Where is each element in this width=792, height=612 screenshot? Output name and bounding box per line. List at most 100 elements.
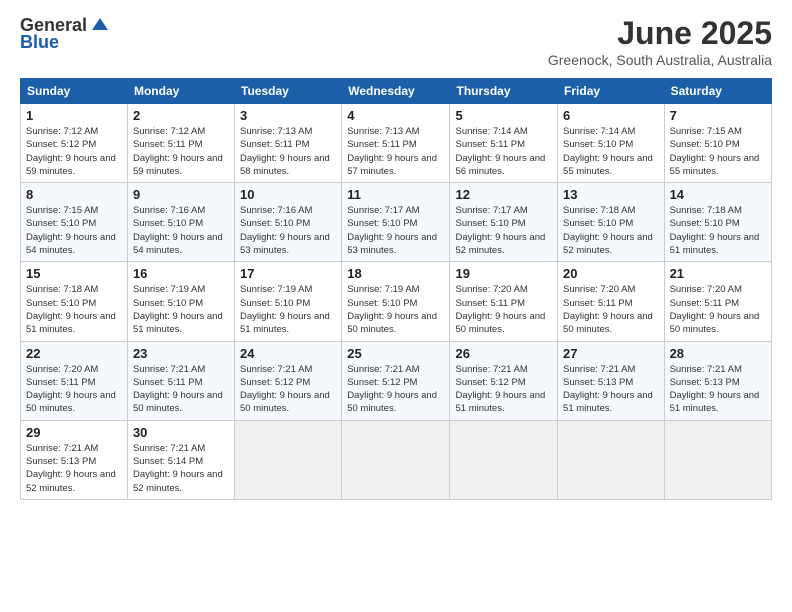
sunrise-label: Sunrise: 7:14 AM bbox=[455, 126, 527, 137]
day-number: 19 bbox=[455, 266, 552, 281]
sunrise-label: Sunrise: 7:17 AM bbox=[455, 205, 527, 216]
daylight-label: Daylight: 9 hours and 52 minutes. bbox=[26, 469, 116, 493]
col-thursday: Thursday bbox=[450, 79, 558, 104]
calendar-week-row: 1 Sunrise: 7:12 AM Sunset: 5:12 PM Dayli… bbox=[21, 104, 772, 183]
sunset-label: Sunset: 5:10 PM bbox=[563, 218, 633, 229]
day-info: Sunrise: 7:18 AM Sunset: 5:10 PM Dayligh… bbox=[26, 283, 122, 336]
col-friday: Friday bbox=[558, 79, 665, 104]
calendar-cell: 26 Sunrise: 7:21 AM Sunset: 5:12 PM Dayl… bbox=[450, 341, 558, 420]
calendar-table: Sunday Monday Tuesday Wednesday Thursday… bbox=[20, 78, 772, 500]
sunrise-label: Sunrise: 7:19 AM bbox=[133, 284, 205, 295]
sunset-label: Sunset: 5:11 PM bbox=[670, 298, 740, 309]
sunset-label: Sunset: 5:11 PM bbox=[133, 139, 203, 150]
day-info: Sunrise: 7:21 AM Sunset: 5:13 PM Dayligh… bbox=[26, 442, 122, 495]
col-wednesday: Wednesday bbox=[342, 79, 450, 104]
day-info: Sunrise: 7:19 AM Sunset: 5:10 PM Dayligh… bbox=[347, 283, 444, 336]
sunrise-label: Sunrise: 7:12 AM bbox=[26, 126, 98, 137]
day-info: Sunrise: 7:19 AM Sunset: 5:10 PM Dayligh… bbox=[133, 283, 229, 336]
day-number: 29 bbox=[26, 425, 122, 440]
sunset-label: Sunset: 5:11 PM bbox=[455, 298, 525, 309]
calendar-cell: 11 Sunrise: 7:17 AM Sunset: 5:10 PM Dayl… bbox=[342, 183, 450, 262]
day-info: Sunrise: 7:17 AM Sunset: 5:10 PM Dayligh… bbox=[347, 204, 444, 257]
page: General Blue June 2025 Greenock, South A… bbox=[0, 0, 792, 612]
sunrise-label: Sunrise: 7:21 AM bbox=[133, 364, 205, 375]
day-number: 25 bbox=[347, 346, 444, 361]
day-info: Sunrise: 7:18 AM Sunset: 5:10 PM Dayligh… bbox=[563, 204, 659, 257]
sunrise-label: Sunrise: 7:16 AM bbox=[133, 205, 205, 216]
day-info: Sunrise: 7:21 AM Sunset: 5:12 PM Dayligh… bbox=[347, 363, 444, 416]
sunset-label: Sunset: 5:10 PM bbox=[347, 298, 417, 309]
day-info: Sunrise: 7:21 AM Sunset: 5:12 PM Dayligh… bbox=[240, 363, 336, 416]
calendar-cell: 9 Sunrise: 7:16 AM Sunset: 5:10 PM Dayli… bbox=[127, 183, 234, 262]
day-info: Sunrise: 7:21 AM Sunset: 5:11 PM Dayligh… bbox=[133, 363, 229, 416]
sunrise-label: Sunrise: 7:13 AM bbox=[240, 126, 312, 137]
calendar-cell: 22 Sunrise: 7:20 AM Sunset: 5:11 PM Dayl… bbox=[21, 341, 128, 420]
sunrise-label: Sunrise: 7:21 AM bbox=[563, 364, 635, 375]
sunrise-label: Sunrise: 7:14 AM bbox=[563, 126, 635, 137]
day-number: 28 bbox=[670, 346, 766, 361]
col-monday: Monday bbox=[127, 79, 234, 104]
daylight-label: Daylight: 9 hours and 50 minutes. bbox=[133, 390, 223, 414]
sunrise-label: Sunrise: 7:21 AM bbox=[347, 364, 419, 375]
day-info: Sunrise: 7:21 AM Sunset: 5:12 PM Dayligh… bbox=[455, 363, 552, 416]
col-tuesday: Tuesday bbox=[235, 79, 342, 104]
logo: General Blue bbox=[20, 15, 111, 53]
daylight-label: Daylight: 9 hours and 51 minutes. bbox=[26, 311, 116, 335]
day-info: Sunrise: 7:13 AM Sunset: 5:11 PM Dayligh… bbox=[240, 125, 336, 178]
day-number: 10 bbox=[240, 187, 336, 202]
day-number: 1 bbox=[26, 108, 122, 123]
calendar-week-row: 15 Sunrise: 7:18 AM Sunset: 5:10 PM Dayl… bbox=[21, 262, 772, 341]
month-title: June 2025 bbox=[548, 15, 772, 52]
daylight-label: Daylight: 9 hours and 50 minutes. bbox=[26, 390, 116, 414]
sunset-label: Sunset: 5:10 PM bbox=[240, 298, 310, 309]
daylight-label: Daylight: 9 hours and 55 minutes. bbox=[670, 153, 760, 177]
daylight-label: Daylight: 9 hours and 52 minutes. bbox=[133, 469, 223, 493]
daylight-label: Daylight: 9 hours and 52 minutes. bbox=[563, 232, 653, 256]
day-number: 12 bbox=[455, 187, 552, 202]
sunset-label: Sunset: 5:10 PM bbox=[133, 298, 203, 309]
daylight-label: Daylight: 9 hours and 51 minutes. bbox=[670, 232, 760, 256]
calendar-cell: 2 Sunrise: 7:12 AM Sunset: 5:11 PM Dayli… bbox=[127, 104, 234, 183]
calendar-cell: 5 Sunrise: 7:14 AM Sunset: 5:11 PM Dayli… bbox=[450, 104, 558, 183]
calendar-cell: 29 Sunrise: 7:21 AM Sunset: 5:13 PM Dayl… bbox=[21, 420, 128, 499]
day-info: Sunrise: 7:20 AM Sunset: 5:11 PM Dayligh… bbox=[563, 283, 659, 336]
daylight-label: Daylight: 9 hours and 51 minutes. bbox=[455, 390, 545, 414]
sunrise-label: Sunrise: 7:20 AM bbox=[26, 364, 98, 375]
daylight-label: Daylight: 9 hours and 51 minutes. bbox=[670, 390, 760, 414]
sunset-label: Sunset: 5:10 PM bbox=[670, 139, 740, 150]
sunset-label: Sunset: 5:10 PM bbox=[347, 218, 417, 229]
sunset-label: Sunset: 5:10 PM bbox=[455, 218, 525, 229]
sunset-label: Sunset: 5:10 PM bbox=[133, 218, 203, 229]
title-block: June 2025 Greenock, South Australia, Aus… bbox=[548, 15, 772, 68]
day-number: 9 bbox=[133, 187, 229, 202]
daylight-label: Daylight: 9 hours and 57 minutes. bbox=[347, 153, 437, 177]
day-info: Sunrise: 7:13 AM Sunset: 5:11 PM Dayligh… bbox=[347, 125, 444, 178]
day-number: 21 bbox=[670, 266, 766, 281]
day-number: 2 bbox=[133, 108, 229, 123]
day-info: Sunrise: 7:14 AM Sunset: 5:11 PM Dayligh… bbox=[455, 125, 552, 178]
calendar-week-row: 22 Sunrise: 7:20 AM Sunset: 5:11 PM Dayl… bbox=[21, 341, 772, 420]
calendar-cell: 24 Sunrise: 7:21 AM Sunset: 5:12 PM Dayl… bbox=[235, 341, 342, 420]
day-number: 5 bbox=[455, 108, 552, 123]
sunset-label: Sunset: 5:11 PM bbox=[347, 139, 417, 150]
day-info: Sunrise: 7:21 AM Sunset: 5:13 PM Dayligh… bbox=[670, 363, 766, 416]
day-info: Sunrise: 7:19 AM Sunset: 5:10 PM Dayligh… bbox=[240, 283, 336, 336]
day-info: Sunrise: 7:14 AM Sunset: 5:10 PM Dayligh… bbox=[563, 125, 659, 178]
sunrise-label: Sunrise: 7:21 AM bbox=[133, 443, 205, 454]
day-number: 16 bbox=[133, 266, 229, 281]
daylight-label: Daylight: 9 hours and 50 minutes. bbox=[347, 311, 437, 335]
calendar-cell: 14 Sunrise: 7:18 AM Sunset: 5:10 PM Dayl… bbox=[664, 183, 771, 262]
day-number: 13 bbox=[563, 187, 659, 202]
calendar-cell: 16 Sunrise: 7:19 AM Sunset: 5:10 PM Dayl… bbox=[127, 262, 234, 341]
subtitle: Greenock, South Australia, Australia bbox=[548, 52, 772, 68]
sunset-label: Sunset: 5:10 PM bbox=[26, 218, 96, 229]
sunset-label: Sunset: 5:11 PM bbox=[563, 298, 633, 309]
sunset-label: Sunset: 5:10 PM bbox=[670, 218, 740, 229]
day-number: 6 bbox=[563, 108, 659, 123]
calendar-cell: 12 Sunrise: 7:17 AM Sunset: 5:10 PM Dayl… bbox=[450, 183, 558, 262]
calendar-cell: 13 Sunrise: 7:18 AM Sunset: 5:10 PM Dayl… bbox=[558, 183, 665, 262]
sunrise-label: Sunrise: 7:16 AM bbox=[240, 205, 312, 216]
day-info: Sunrise: 7:20 AM Sunset: 5:11 PM Dayligh… bbox=[455, 283, 552, 336]
calendar-cell: 1 Sunrise: 7:12 AM Sunset: 5:12 PM Dayli… bbox=[21, 104, 128, 183]
daylight-label: Daylight: 9 hours and 53 minutes. bbox=[347, 232, 437, 256]
